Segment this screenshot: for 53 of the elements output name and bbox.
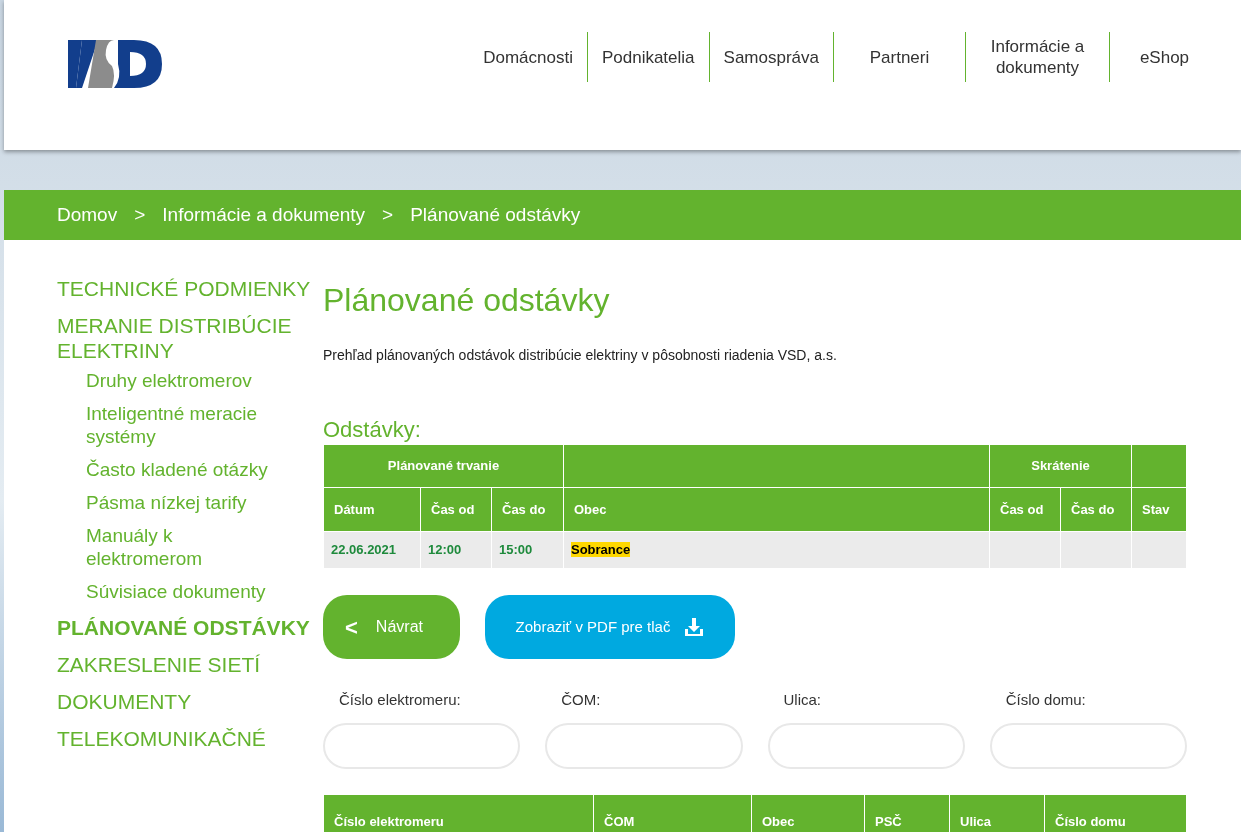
breadcrumb-link[interactable]: Domov [57, 200, 118, 230]
sidebar-item[interactable]: MERANIE DISTRIBÚCIE ELEKTRINY [57, 313, 313, 363]
column-header: Číslo elektromeru [323, 795, 594, 832]
column-header: Čas do [1060, 487, 1132, 532]
breadcrumb-link[interactable]: Informácie a dokumenty [162, 200, 366, 230]
column-header: Obec [563, 487, 990, 532]
sidebar-subitem[interactable]: Druhy elektromerov [86, 369, 291, 392]
breadcrumb-separator: > [382, 202, 394, 227]
nav-link[interactable]: Samospráva [708, 32, 833, 82]
download-icon [684, 617, 705, 637]
pdf-button[interactable]: Zobraziť v PDF pre tlač [485, 595, 735, 659]
nav-link[interactable]: eShop [1109, 32, 1219, 82]
page-title: Plánované odstávky [323, 281, 611, 320]
field-label: Číslo domu: [1004, 690, 1087, 710]
table-cell: Sobrance [571, 542, 631, 558]
table-cell: 12:00 [420, 531, 492, 569]
sidebar-subitem[interactable]: Často kladené otázky [86, 458, 291, 481]
nav-link[interactable]: Informácie a dokumenty [965, 32, 1109, 82]
column-header: Čas do [491, 487, 564, 532]
nav-link[interactable]: Partneri [833, 32, 965, 82]
sidebar-item[interactable]: TECHNICKÉ PODMIENKY [57, 276, 313, 301]
sidebar-item[interactable]: TELEKOMUNIKAČNÉ [57, 726, 313, 751]
field-label: Číslo elektromeru: [338, 690, 462, 710]
table-cell: 22.06.2021 [323, 531, 421, 569]
sidebar-subitem[interactable]: Pásma nízkej tarify [86, 491, 291, 514]
sidebar-subitem[interactable]: Manuály k elektromerom [86, 524, 291, 570]
column-header: PSČ [864, 795, 950, 832]
column-header: Čas od [420, 487, 492, 532]
breadcrumb-separator: > [134, 202, 146, 227]
column-header: Stav [1131, 487, 1187, 532]
field-label: Ulica: [782, 690, 822, 710]
column-header: ČOM [593, 795, 752, 832]
column-header: Ulica [949, 795, 1045, 832]
table-group-header: Plánované trvanie [323, 444, 564, 488]
back-button[interactable]: < Návrat [323, 595, 460, 659]
sidebar-item[interactable]: ZAKRESLENIE SIETÍ [57, 652, 313, 677]
sidebar-item[interactable]: DOKUMENTY [57, 689, 313, 714]
sidebar-subitem[interactable]: Súvisiace dokumenty [86, 580, 291, 603]
company-logo[interactable] [68, 38, 162, 90]
intro-text: Prehľad plánovaných odstávok distribúcie elektriny v pôsobnosti riadenia VSD, a.s. [323, 346, 838, 365]
table-group-header: Skrátenie [989, 444, 1132, 488]
section-heading: Odstávky: [323, 416, 422, 444]
column-header: Dátum [323, 487, 421, 532]
column-header: Číslo domu [1044, 795, 1187, 832]
breadcrumb-link[interactable]: Plánované odstávky [410, 200, 581, 230]
sidebar-subitem[interactable]: Inteligentné meracie systémy [86, 402, 291, 448]
nav-link[interactable]: Podnikatelia [586, 32, 709, 82]
column-header: Čas od [989, 487, 1061, 532]
sidebar-item[interactable]: PLÁNOVANÉ ODSTÁVKY [57, 615, 313, 640]
column-header: Obec [751, 795, 865, 832]
field-label: ČOM: [560, 690, 602, 710]
table-cell: 15:00 [491, 531, 564, 569]
nav-link[interactable]: Domácnosti [469, 32, 587, 82]
